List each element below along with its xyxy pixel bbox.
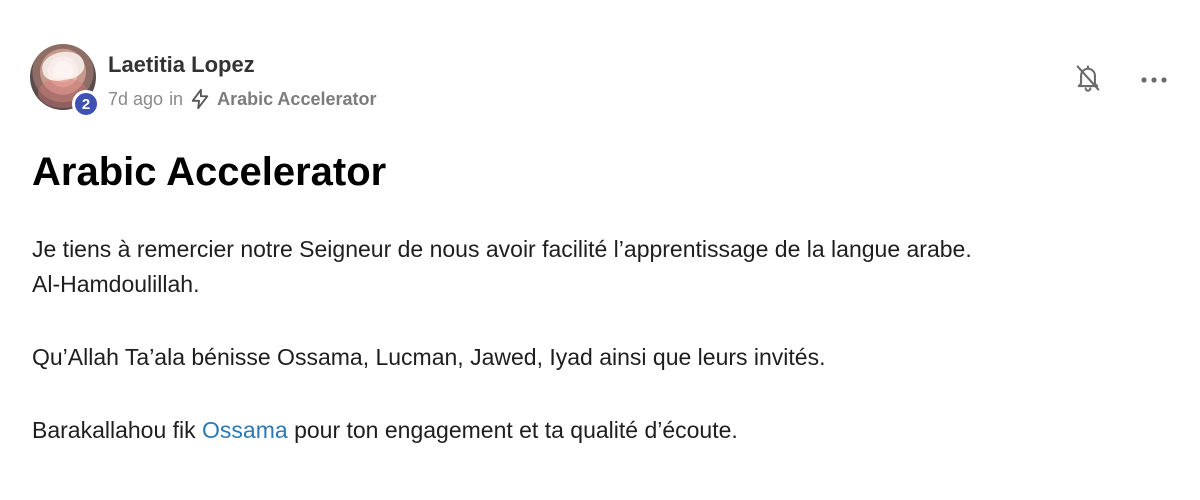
post-title: Arabic Accelerator xyxy=(32,150,387,194)
post-time: 7d ago xyxy=(108,88,164,109)
user-mention-link[interactable]: Ossama xyxy=(202,417,288,443)
post-header: 2 Laetitia Lopez 7d ago in Arabic Accele… xyxy=(30,44,1170,118)
more-horizontal-icon xyxy=(1140,71,1168,89)
body-paragraph-3: Barakallahou fik Ossama pour ton engagem… xyxy=(32,413,1162,448)
notifications-toggle-button[interactable] xyxy=(1072,64,1104,96)
paragraph-3-before: Barakallahou fik xyxy=(32,417,203,443)
meta-in-label: in xyxy=(169,88,184,109)
paragraph-3-after: pour ton engagement et ta qualité d’écou… xyxy=(287,417,738,443)
post-card: 2 Laetitia Lopez 7d ago in Arabic Accele… xyxy=(0,0,1200,500)
body-paragraph-1-line-1: Je tiens à remercier notre Seigneur de n… xyxy=(32,236,972,262)
bolt-icon xyxy=(189,88,211,110)
post-body: Je tiens à remercier notre Seigneur de n… xyxy=(32,232,1162,448)
author-name[interactable]: Laetitia Lopez xyxy=(108,52,255,78)
author-avatar[interactable]: 2 xyxy=(30,44,100,118)
bell-off-icon xyxy=(1074,63,1102,98)
body-paragraph-1-line-2: Al-Hamdoulillah. xyxy=(32,271,200,297)
body-paragraph-1: Je tiens à remercier notre Seigneur de n… xyxy=(32,232,1162,302)
post-actions xyxy=(1072,64,1170,96)
space-link[interactable]: Arabic Accelerator xyxy=(217,89,376,110)
post-meta: 7d ago in Arabic Accelerator xyxy=(108,88,377,110)
more-options-button[interactable] xyxy=(1138,64,1170,96)
level-badge: 2 xyxy=(72,90,100,118)
body-paragraph-2: Qu’Allah Ta’ala bénisse Ossama, Lucman, … xyxy=(32,344,826,370)
